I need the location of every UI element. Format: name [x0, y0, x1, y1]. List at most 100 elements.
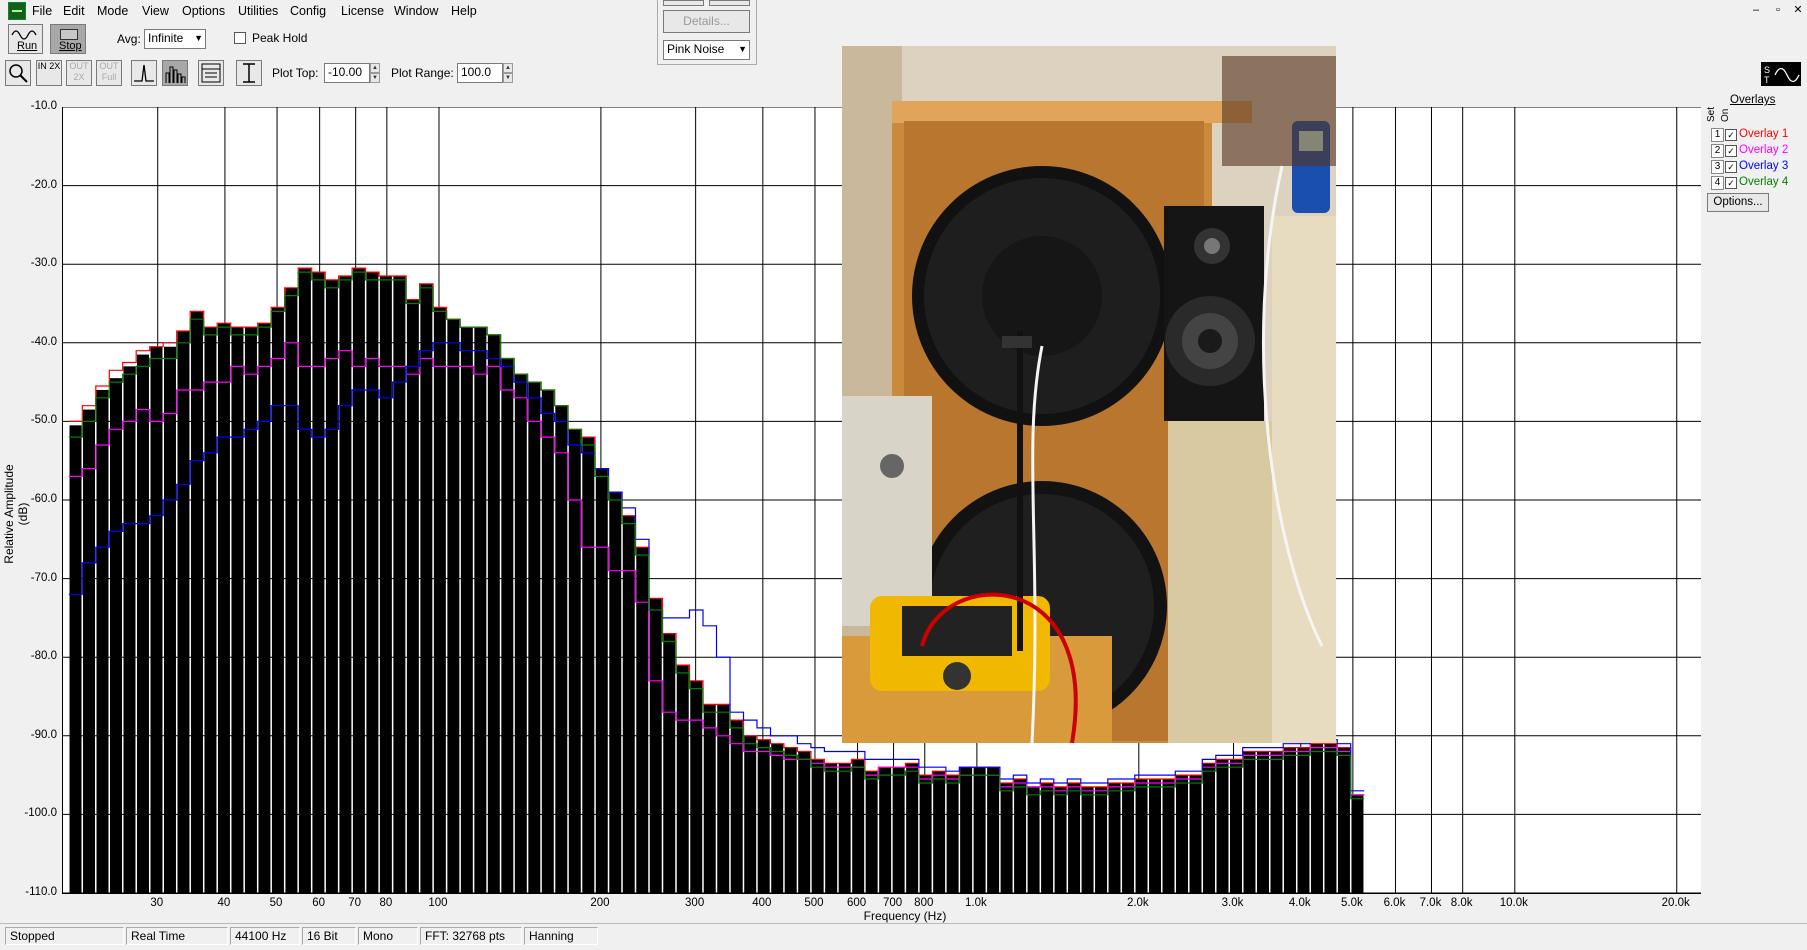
- status-bar: Stopped Real Time 44100 Hz 16 Bit Mono F…: [0, 923, 1807, 950]
- spectrum-bar: [1000, 782, 1013, 893]
- zoom-in-button[interactable]: IN 2X: [36, 60, 62, 86]
- y-tick-label: -90.0: [30, 728, 57, 741]
- y-tick-label: -20.0: [30, 178, 57, 191]
- run-button[interactable]: Run: [8, 24, 43, 54]
- spectrum-bar: [555, 405, 568, 893]
- stop-button[interactable]: Stop: [50, 24, 86, 54]
- menu-config[interactable]: Config: [290, 4, 326, 18]
- plot-range-input[interactable]: 100.0: [457, 63, 503, 83]
- x-tick-label: 8.0k: [1450, 897, 1473, 909]
- overlay-on-checkbox[interactable]: ✓: [1725, 145, 1737, 157]
- spectrum-bar: [285, 287, 298, 893]
- speaker-test-setup-image: [842, 46, 1336, 743]
- overlay-on-checkbox[interactable]: ✓: [1725, 161, 1737, 173]
- x-tick-label: 400: [752, 897, 772, 909]
- spectrum-bar: [325, 279, 338, 893]
- avg-label: Avg:: [117, 32, 141, 46]
- plot-range-label: Plot Range:: [391, 66, 454, 80]
- status-sample-rate: 44100 Hz: [230, 927, 300, 945]
- bar-mode-button[interactable]: [162, 60, 188, 86]
- generator-button-left[interactable]: [663, 0, 704, 6]
- details-button[interactable]: Details...: [663, 10, 750, 33]
- overlay-set-button[interactable]: 1: [1711, 128, 1724, 142]
- peak-hold-checkbox[interactable]: [234, 32, 246, 44]
- spectra-logo: ST: [1761, 62, 1801, 86]
- overlay-set-button[interactable]: 3: [1711, 160, 1724, 174]
- zoom-full-button[interactable]: OUT Full: [96, 60, 122, 86]
- menu-options[interactable]: Options: [182, 4, 225, 18]
- menu-mode[interactable]: Mode: [97, 4, 128, 18]
- spectrum-bar: [919, 775, 932, 893]
- spectrum-bar: [1310, 743, 1323, 893]
- spectrum-bar: [852, 759, 865, 893]
- menu-edit[interactable]: Edit: [63, 4, 85, 18]
- layout-button[interactable]: [198, 60, 224, 86]
- spectrum-bar: [568, 429, 581, 893]
- generator-button-right[interactable]: [709, 0, 750, 6]
- zoom-button[interactable]: [5, 60, 31, 86]
- x-tick-label: 50: [269, 897, 283, 909]
- spectrum-bar: [676, 665, 689, 893]
- plot-range-down-icon[interactable]: ▼: [503, 73, 513, 83]
- spectrum-bar: [110, 378, 122, 893]
- overlay-set-button[interactable]: 2: [1711, 144, 1724, 158]
- spectrum-bar: [825, 763, 838, 893]
- chevron-down-icon: ▼: [194, 33, 203, 43]
- bar-graph-icon: [165, 66, 186, 83]
- y-tick-label: -10.0: [30, 100, 57, 112]
- overlay-set-button[interactable]: 4: [1711, 176, 1724, 190]
- spectrum-bar: [339, 275, 352, 893]
- close-button[interactable]: ✕: [1790, 3, 1806, 17]
- overlay-on-checkbox[interactable]: ✓: [1725, 177, 1737, 189]
- avg-select[interactable]: Infinite ▼: [144, 29, 206, 49]
- generator-select[interactable]: Pink Noise ▼: [663, 40, 750, 60]
- restore-button[interactable]: ▫: [1770, 3, 1786, 17]
- spectrum-bar: [865, 771, 878, 893]
- app-icon[interactable]: [8, 2, 26, 20]
- menu-license[interactable]: License: [341, 4, 384, 18]
- plot-range-up-icon[interactable]: ▲: [503, 63, 513, 73]
- overlays-panel: Overlays Set On 1 ✓ Overlay 1 2 ✓ Overlay 2 3 ✓…: [1706, 92, 1807, 252]
- avg-value: Infinite: [148, 31, 184, 45]
- line-mode-button[interactable]: [131, 60, 157, 86]
- spectrum-bar: [744, 735, 757, 893]
- plot-top-down-icon[interactable]: ▼: [370, 73, 380, 83]
- x-tick-label: 30: [150, 897, 164, 909]
- x-tick-label: 500: [804, 897, 824, 909]
- spectrum-bar: [1095, 786, 1108, 893]
- menu-file[interactable]: File: [32, 4, 52, 18]
- spectrum-bar: [1135, 779, 1148, 893]
- menu-view[interactable]: View: [142, 4, 169, 18]
- stop-icon: [60, 29, 78, 40]
- menu-help[interactable]: Help: [451, 4, 477, 18]
- menu-bar: File Edit Mode View Options Utilities Co…: [0, 0, 1807, 22]
- spectrum-bar: [960, 767, 973, 893]
- zoom-out-button[interactable]: OUT 2X: [66, 60, 92, 86]
- overlay-row: 1 ✓ Overlay 1: [1711, 128, 1807, 143]
- overlay-name: Overlay 3: [1739, 160, 1789, 172]
- spectrum-bar: [636, 547, 649, 893]
- spectrum-bar: [312, 272, 325, 893]
- peak-hold-label: Peak Hold: [252, 31, 308, 45]
- spectrum-bar: [217, 323, 230, 893]
- spectrum-bar: [514, 374, 527, 893]
- plot-top-up-icon[interactable]: ▲: [370, 63, 380, 73]
- plot-top-input[interactable]: -10.00: [324, 63, 370, 83]
- overlay-on-checkbox[interactable]: ✓: [1725, 129, 1737, 141]
- autoscale-button[interactable]: [236, 60, 262, 86]
- spectrum-bar: [609, 492, 622, 893]
- spectrum-bar: [83, 409, 96, 893]
- minimize-button[interactable]: –: [1748, 3, 1764, 17]
- spectrum-bar: [1176, 775, 1189, 893]
- spectrum-bar: [96, 389, 109, 893]
- y-tick-label: -30.0: [30, 257, 57, 270]
- menu-utilities[interactable]: Utilities: [238, 4, 278, 18]
- spectrum-bar: [946, 775, 959, 893]
- spectrum-bar: [541, 389, 554, 893]
- x-tick-label: 6.0k: [1383, 897, 1406, 909]
- y-tick-label: -100.0: [24, 807, 57, 820]
- line-graph-icon: [134, 64, 154, 82]
- overlay-options-button[interactable]: Options...: [1707, 193, 1769, 212]
- on-label: On: [1720, 108, 1731, 122]
- menu-window[interactable]: Window: [394, 4, 438, 18]
